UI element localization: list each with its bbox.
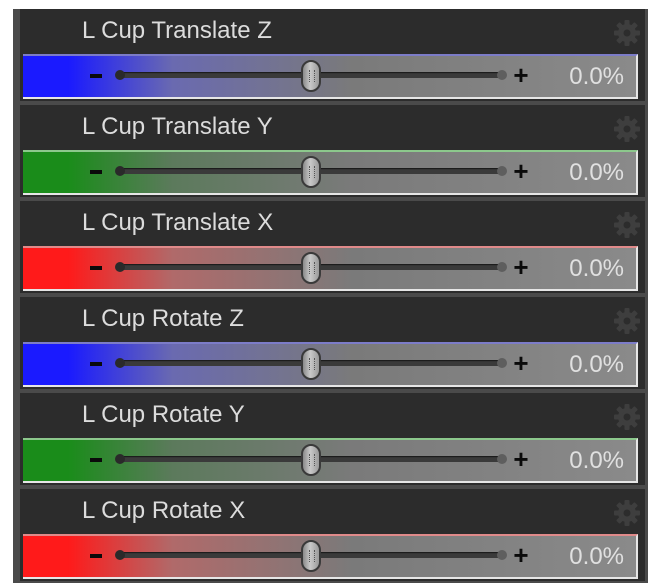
slider-control[interactable]: + 0.0% xyxy=(23,438,638,483)
track-end-left xyxy=(115,70,125,80)
increment-button[interactable]: + xyxy=(512,254,530,280)
slider-control[interactable]: + 0.0% xyxy=(23,246,638,291)
slider-value[interactable]: 0.0% xyxy=(569,159,624,187)
track-end-left xyxy=(115,166,125,176)
slider-row-translate-z: L Cup Translate Z + 0.0% xyxy=(20,9,645,101)
slider-value[interactable]: 0.0% xyxy=(569,447,624,475)
track-end-right xyxy=(497,70,507,80)
slider-thumb[interactable] xyxy=(301,156,321,188)
slider-value[interactable]: 0.0% xyxy=(569,543,624,571)
slider-thumb[interactable] xyxy=(301,60,321,92)
slider-thumb[interactable] xyxy=(301,540,321,572)
gear-icon[interactable] xyxy=(613,115,641,143)
slider-value[interactable]: 0.0% xyxy=(569,351,624,379)
slider-label: L Cup Translate Y xyxy=(82,113,273,140)
decrement-button[interactable] xyxy=(90,74,102,78)
track-end-right xyxy=(497,454,507,464)
slider-row-rotate-z: L Cup Rotate Z + 0.0% xyxy=(20,297,645,389)
track-end-right xyxy=(497,358,507,368)
gear-icon[interactable] xyxy=(613,307,641,335)
gear-icon[interactable] xyxy=(613,499,641,527)
slider-row-rotate-y: L Cup Rotate Y + 0.0% xyxy=(20,393,645,485)
slider-value[interactable]: 0.0% xyxy=(569,255,624,283)
slider-control[interactable]: + 0.0% xyxy=(23,54,638,99)
slider-label: L Cup Rotate Y xyxy=(82,401,245,428)
slider-thumb[interactable] xyxy=(301,348,321,380)
slider-row-rotate-x: L Cup Rotate X + 0.0% xyxy=(20,489,645,581)
increment-button[interactable]: + xyxy=(512,158,530,184)
track-end-left xyxy=(115,550,125,560)
gear-icon[interactable] xyxy=(613,211,641,239)
morph-slider-panel: L Cup Translate Z + 0.0% L Cup Translate… xyxy=(13,9,648,583)
increment-button[interactable]: + xyxy=(512,542,530,568)
track-end-left xyxy=(115,358,125,368)
slider-control[interactable]: + 0.0% xyxy=(23,150,638,195)
track-end-left xyxy=(115,454,125,464)
slider-control[interactable]: + 0.0% xyxy=(23,342,638,387)
slider-label: L Cup Translate Z xyxy=(82,17,272,44)
slider-label: L Cup Translate X xyxy=(82,209,274,236)
decrement-button[interactable] xyxy=(90,458,102,462)
slider-value[interactable]: 0.0% xyxy=(569,63,624,91)
track-end-left xyxy=(115,262,125,272)
gear-icon[interactable] xyxy=(613,403,641,431)
gear-icon[interactable] xyxy=(613,19,641,47)
decrement-button[interactable] xyxy=(90,266,102,270)
slider-row-translate-x: L Cup Translate X + 0.0% xyxy=(20,201,645,293)
increment-button[interactable]: + xyxy=(512,350,530,376)
slider-control[interactable]: + 0.0% xyxy=(23,534,638,579)
track-end-right xyxy=(497,262,507,272)
slider-thumb[interactable] xyxy=(301,444,321,476)
slider-thumb[interactable] xyxy=(301,252,321,284)
increment-button[interactable]: + xyxy=(512,446,530,472)
slider-label: L Cup Rotate X xyxy=(82,497,246,524)
decrement-button[interactable] xyxy=(90,170,102,174)
decrement-button[interactable] xyxy=(90,362,102,366)
slider-label: L Cup Rotate Z xyxy=(82,305,244,332)
track-end-right xyxy=(497,550,507,560)
track-end-right xyxy=(497,166,507,176)
increment-button[interactable]: + xyxy=(512,62,530,88)
slider-row-translate-y: L Cup Translate Y + 0.0% xyxy=(20,105,645,197)
decrement-button[interactable] xyxy=(90,554,102,558)
